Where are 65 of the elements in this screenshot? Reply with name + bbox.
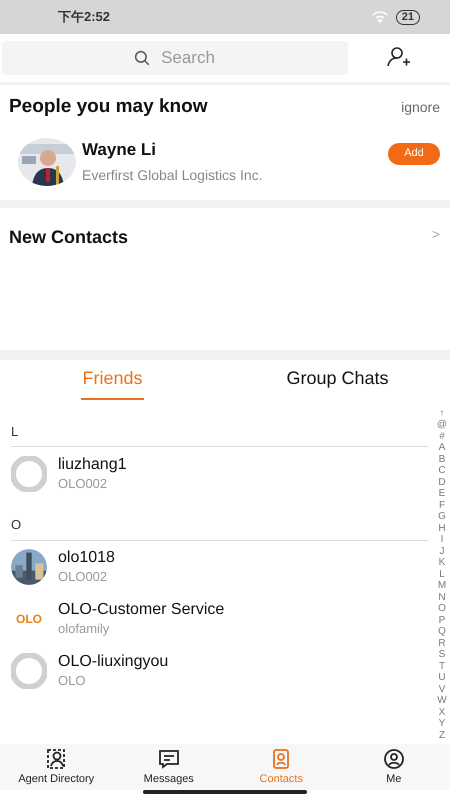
status-time: 下午2:52 [58, 8, 110, 26]
nav-tab[interactable]: Me [338, 744, 450, 790]
contact-name: OLO-liuxingyou [58, 652, 168, 672]
avatar-icon [11, 456, 47, 492]
nav-tab[interactable]: Agent Directory [0, 744, 112, 790]
contact-subtitle: olofamily [58, 620, 110, 638]
index-letter[interactable]: M [438, 580, 446, 592]
index-letter[interactable]: G [438, 511, 446, 522]
index-letter[interactable]: E [438, 488, 446, 500]
index-letter[interactable]: Q [438, 626, 446, 638]
nav-tab[interactable]: Contacts [225, 744, 338, 790]
chevron: > [432, 224, 440, 244]
contact-subtitle: OLO [58, 672, 86, 690]
contact-name: liuzhang1 [58, 454, 126, 474]
row-title: New Contacts [9, 226, 128, 248]
index-letter[interactable]: B [438, 454, 446, 465]
contact-name: OLO-Customer Service [58, 600, 224, 620]
section-letter: O [11, 516, 22, 534]
index-letter[interactable]: @ [436, 419, 448, 430]
index-letter[interactable]: F [438, 500, 446, 511]
search-icon [133, 49, 151, 67]
index-letter[interactable]: K [438, 557, 446, 568]
index-letter[interactable]: P [438, 614, 446, 626]
index-letter[interactable]: X [438, 706, 446, 718]
index-letter[interactable]: W [437, 695, 447, 706]
index-letter[interactable]: O [438, 603, 446, 614]
index-letter[interactable]: # [439, 430, 445, 442]
index-letter[interactable]: Y [438, 718, 446, 730]
add-button[interactable]: Add [388, 142, 440, 164]
index-letter[interactable]: L [439, 568, 445, 580]
section-title: People you may know [9, 95, 208, 119]
index-letter[interactable]: ↑ [440, 408, 444, 419]
index-letter[interactable]: T [438, 660, 446, 672]
person-name: Wayne Li [82, 139, 157, 162]
index-letter[interactable]: N [438, 592, 446, 603]
contact-row[interactable]: OLO-liuxingyou OLO [11, 646, 428, 696]
battery-level: 21 [396, 10, 420, 24]
index-letter[interactable]: U [438, 672, 446, 684]
logo: OLO [16, 611, 42, 628]
ignore-link[interactable]: ignore [401, 96, 440, 118]
contact-row[interactable]: liuzhang1 OLO002 [11, 448, 428, 499]
index-letter[interactable]: I [440, 534, 444, 546]
tab[interactable]: Group Chats [225, 360, 450, 406]
index-letter[interactable]: C [438, 465, 446, 476]
index-letter[interactable]: H [438, 522, 446, 534]
contact-name: olo1018 [58, 548, 115, 568]
index-letter[interactable]: D [438, 476, 446, 488]
index-letter[interactable]: R [438, 638, 446, 649]
contact-subtitle: OLO002 [58, 568, 108, 586]
index-letter[interactable]: J [440, 546, 444, 557]
index-letter[interactable]: Z [438, 730, 446, 741]
index-letter[interactable]: V [438, 684, 446, 695]
search-field[interactable]: Search [2, 41, 348, 75]
company-name: Everfirst Global Logistics Inc. [82, 166, 264, 185]
new-contacts-row[interactable]: New Contacts > [0, 208, 450, 350]
person-icon [382, 746, 406, 771]
index-letter[interactable]: S [438, 649, 446, 660]
nav-tab[interactable]: Messages [112, 744, 225, 790]
wifi-icon [372, 11, 388, 23]
tab[interactable]: Friends [0, 360, 225, 406]
avatar-icon [11, 653, 47, 689]
index-letter[interactable]: A [438, 442, 446, 454]
contact-subtitle: OLO002 [58, 474, 108, 492]
contact-row[interactable]: olo1018 OLO002 [11, 542, 428, 592]
section-letter: L [11, 422, 20, 440]
